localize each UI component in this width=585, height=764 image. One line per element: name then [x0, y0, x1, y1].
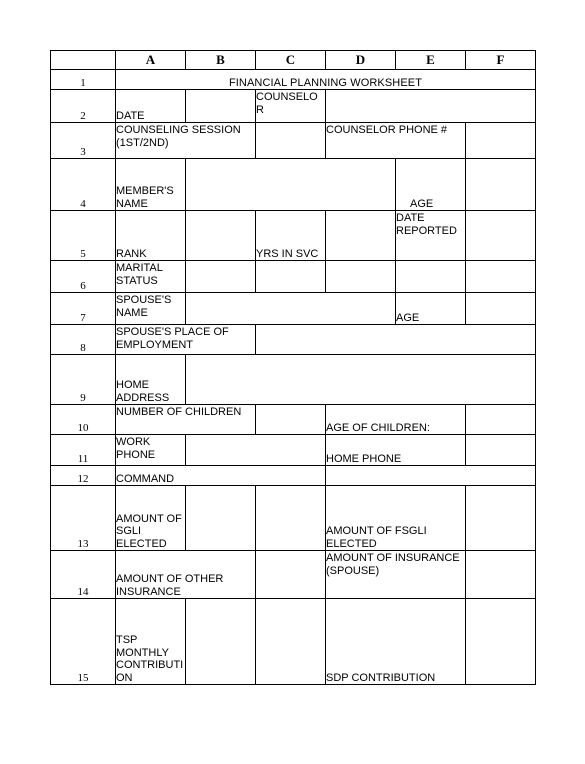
cell-b13-sgli-amount-value[interactable]	[185, 485, 256, 551]
cell-d11-home-phone-label[interactable]: HOME PHONE	[325, 434, 466, 466]
row-header-6[interactable]: 6	[50, 260, 116, 293]
cell-f15-sdp-contribution-value[interactable]	[465, 598, 536, 685]
cell-c3-counseling-session-value[interactable]	[255, 122, 326, 159]
cell-c5-years-in-service-label[interactable]: YRS IN SVC	[255, 210, 326, 261]
cell-b4-member-name-value[interactable]	[185, 158, 396, 211]
row-header-8[interactable]: 8	[50, 324, 116, 355]
cell-d13-fsgli-amount-label[interactable]: AMOUNT OF FSGLI ELECTED	[325, 485, 466, 551]
table-row: 3 COUNSELING SESSION (1ST/2ND) COUNSELOR…	[50, 122, 536, 159]
row-header-3[interactable]: 3	[50, 122, 116, 159]
table-row: 12 COMMAND	[50, 465, 536, 486]
cell-f10-age-of-children-value[interactable]	[465, 404, 536, 435]
cell-c13[interactable]	[255, 485, 326, 551]
cell-a9-home-address-label[interactable]: HOME ADDRESS	[115, 354, 186, 405]
row-header-15[interactable]: 15	[50, 598, 116, 685]
row-header-13[interactable]: 13	[50, 485, 116, 551]
row-header-4[interactable]: 4	[50, 158, 116, 211]
cell-d6[interactable]	[325, 260, 396, 293]
cell-f14-spouse-insurance-value[interactable]	[465, 550, 536, 599]
cell-f11-home-phone-value[interactable]	[465, 434, 536, 466]
row-header-1[interactable]: 1	[50, 69, 116, 90]
table-row: 1 FINANCIAL PLANNING WORKSHEET	[50, 69, 536, 90]
column-header-e[interactable]: E	[395, 50, 466, 70]
column-header-c[interactable]: C	[255, 50, 326, 70]
column-header-row: A B C D E F	[50, 50, 536, 70]
table-row: 13 AMOUNT OF SGLI ELECTED AMOUNT OF FSGL…	[50, 485, 536, 551]
row-header-5[interactable]: 5	[50, 210, 116, 261]
cell-e5-date-reported-label[interactable]: DATE REPORTED	[395, 210, 466, 261]
table-row: 7 SPOUSE'S NAME AGE	[50, 292, 536, 325]
cell-f7-spouse-age-value[interactable]	[465, 292, 536, 325]
table-row: 14 AMOUNT OF OTHER INSURANCE AMOUNT OF I…	[50, 550, 536, 599]
row-header-10[interactable]: 10	[50, 404, 116, 435]
cell-b2-date-value[interactable]	[185, 89, 256, 123]
row-header-14[interactable]: 14	[50, 550, 116, 599]
cell-a2-date-label[interactable]: DATE	[115, 89, 186, 123]
cell-a7-spouse-name-label[interactable]: SPOUSE'S NAME	[115, 292, 186, 325]
cell-d14-spouse-insurance-label[interactable]: AMOUNT OF INSURANCE (SPOUSE)	[325, 550, 466, 599]
table-row: 9 HOME ADDRESS	[50, 354, 536, 405]
table-row: 5 RANK YRS IN SVC DATE REPORTED	[50, 210, 536, 261]
column-header-d[interactable]: D	[325, 50, 396, 70]
worksheet-title-cell[interactable]: FINANCIAL PLANNING WORKSHEET	[115, 69, 536, 90]
row-header-9[interactable]: 9	[50, 354, 116, 405]
grid-corner-cell[interactable]	[50, 50, 116, 70]
cell-b6-marital-status-value[interactable]	[185, 260, 256, 293]
cell-d2-counselor-value[interactable]	[325, 89, 536, 123]
cell-e7-spouse-age-label[interactable]: AGE	[395, 292, 466, 325]
financial-planning-worksheet-table: A B C D E F 1 FINANCIAL PLANNING WORKSHE…	[50, 50, 536, 685]
cell-b11-work-phone-value[interactable]	[185, 434, 326, 466]
cell-c8-spouse-place-of-employment-value[interactable]	[255, 324, 536, 355]
column-header-f[interactable]: F	[465, 50, 536, 70]
row-header-2[interactable]: 2	[50, 89, 116, 123]
table-row: 10 NUMBER OF CHILDREN AGE OF CHILDREN:	[50, 404, 536, 435]
cell-d10-age-of-children-label[interactable]: AGE OF CHILDREN:	[325, 404, 466, 435]
cell-b7-spouse-name-value[interactable]	[185, 292, 396, 325]
row-header-12[interactable]: 12	[50, 465, 116, 486]
cell-d12-command-value[interactable]	[325, 465, 536, 486]
cell-e4-age-label[interactable]: AGE	[395, 158, 466, 211]
cell-a10-number-of-children-label[interactable]: NUMBER OF CHILDREN	[115, 404, 256, 435]
cell-d15-sdp-contribution-label[interactable]: SDP CONTRIBUTION	[325, 598, 466, 685]
cell-a5-rank-label[interactable]: RANK	[115, 210, 186, 261]
cell-c10-number-of-children-value[interactable]	[255, 404, 326, 435]
cell-c6[interactable]	[255, 260, 326, 293]
cell-a11-work-phone-label[interactable]: WORK PHONE	[115, 434, 186, 466]
column-header-a[interactable]: A	[115, 50, 186, 70]
cell-a3-counseling-session-label[interactable]: COUNSELING SESSION (1ST/2ND)	[115, 122, 256, 159]
cell-b9-home-address-value[interactable]	[185, 354, 536, 405]
column-header-b[interactable]: B	[185, 50, 256, 70]
table-row: 6 MARITAL STATUS	[50, 260, 536, 293]
cell-b5-rank-value[interactable]	[185, 210, 256, 261]
table-row: 11 WORK PHONE HOME PHONE	[50, 434, 536, 466]
table-row: 15 TSP MONTHLY CONTRIBUTION SDP CONTRIBU…	[50, 598, 536, 685]
worksheet-grid: A B C D E F 1 FINANCIAL PLANNING WORKSHE…	[50, 50, 536, 685]
cell-d5-years-in-service-value[interactable]	[325, 210, 396, 261]
cell-a4-member-name-label[interactable]: MEMBER'S NAME	[115, 158, 186, 211]
cell-c15[interactable]	[255, 598, 326, 685]
cell-b15-tsp-monthly-contribution-value[interactable]	[185, 598, 256, 685]
row-header-7[interactable]: 7	[50, 292, 116, 325]
cell-e6[interactable]	[395, 260, 466, 293]
table-row: 4 MEMBER'S NAME AGE	[50, 158, 536, 211]
row-header-11[interactable]: 11	[50, 434, 116, 466]
cell-a14-other-insurance-label[interactable]: AMOUNT OF OTHER INSURANCE	[115, 550, 256, 599]
table-row: 2 DATE COUNSELOR	[50, 89, 536, 123]
cell-a15-tsp-monthly-contribution-label[interactable]: TSP MONTHLY CONTRIBUTION	[115, 598, 186, 685]
cell-a6-marital-status-label[interactable]: MARITAL STATUS	[115, 260, 186, 293]
cell-f13-fsgli-amount-value[interactable]	[465, 485, 536, 551]
cell-c2-counselor-label[interactable]: COUNSELOR	[255, 89, 326, 123]
cell-f3-counselor-phone-value[interactable]	[465, 122, 536, 159]
cell-a8-spouse-place-of-employment-label[interactable]: SPOUSE'S PLACE OF EMPLOYMENT	[115, 324, 256, 355]
cell-f4-age-value[interactable]	[465, 158, 536, 211]
cell-a13-sgli-amount-label[interactable]: AMOUNT OF SGLI ELECTED	[115, 485, 186, 551]
cell-f5-date-reported-value[interactable]	[465, 210, 536, 261]
table-row: 8 SPOUSE'S PLACE OF EMPLOYMENT	[50, 324, 536, 355]
cell-d3-counselor-phone-label[interactable]: COUNSELOR PHONE #	[325, 122, 466, 159]
cell-a12-command-label[interactable]: COMMAND	[115, 465, 326, 486]
cell-c14-other-insurance-value[interactable]	[255, 550, 326, 599]
cell-f6[interactable]	[465, 260, 536, 293]
